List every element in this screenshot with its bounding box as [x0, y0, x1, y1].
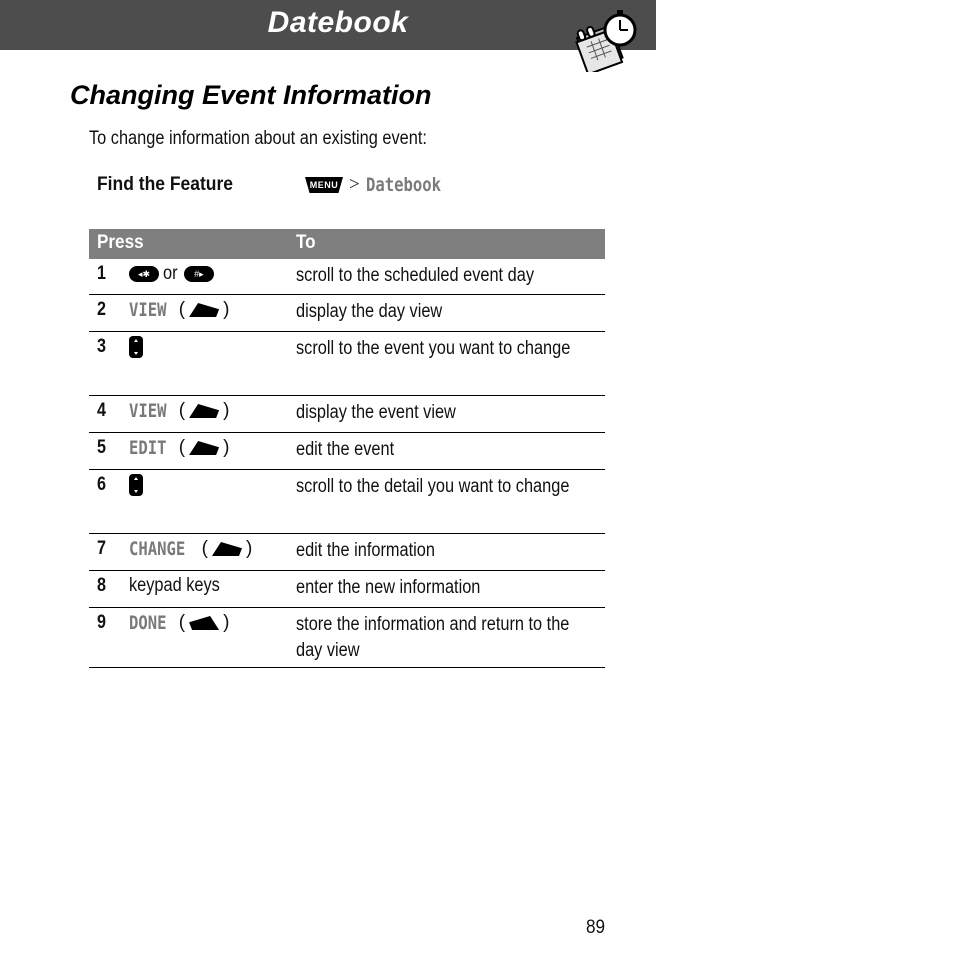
step-press: VIEW () — [129, 299, 230, 321]
step-number: 5 — [97, 437, 106, 458]
step-number: 6 — [97, 474, 106, 495]
step-action: scroll to the detail you want to change — [296, 476, 570, 497]
table-row: 5 EDIT () edit the event — [89, 433, 605, 470]
softkey-label: VIEW — [129, 299, 167, 321]
step-press: VIEW () — [129, 400, 230, 422]
right-soft-key-icon — [189, 441, 220, 455]
table-row: 9 DONE () store the information and retu… — [89, 608, 605, 668]
step-press: ◂✱ or #▸ — [129, 263, 214, 285]
step-number: 8 — [97, 575, 106, 596]
softkey-label: EDIT — [129, 437, 167, 459]
table-row: 3 scroll to the event you want to change — [89, 332, 605, 396]
hash-right-nav-key-icon: #▸ — [183, 266, 214, 282]
step-number: 4 — [97, 400, 106, 421]
up-down-nav-key-icon — [129, 474, 143, 496]
step-number: 2 — [97, 299, 106, 320]
step-action: display the event view — [296, 402, 456, 423]
page-number: 89 — [586, 917, 606, 938]
path-separator: > — [349, 174, 360, 195]
left-soft-key-icon — [189, 616, 220, 630]
step-press — [129, 474, 143, 496]
up-down-nav-key-icon — [129, 336, 143, 358]
press-text: keypad keys — [129, 575, 220, 596]
step-number: 3 — [97, 336, 106, 357]
step-action: edit the event — [296, 439, 395, 460]
datebook-calendar-stopwatch-icon — [575, 10, 637, 72]
table-header: Press To — [89, 229, 605, 259]
step-action: scroll to the event you want to change — [296, 338, 571, 359]
or-text: or — [163, 263, 178, 284]
step-press: EDIT () — [129, 437, 230, 459]
header-press: Press — [97, 232, 144, 253]
left-star-nav-key-icon: ◂✱ — [129, 266, 159, 282]
step-number: 1 — [97, 263, 106, 284]
right-soft-key-icon — [211, 542, 242, 556]
table-row: 4 VIEW () display the event view — [89, 396, 605, 433]
step-action: enter the new information — [296, 577, 481, 598]
step-press: DONE () — [129, 612, 230, 634]
find-feature-label: Find the Feature — [97, 174, 233, 195]
table-bottom-rule — [89, 667, 605, 668]
right-soft-key-icon — [189, 404, 220, 418]
right-soft-key-icon — [189, 303, 220, 317]
intro-text: To change information about an existing … — [89, 128, 427, 149]
step-number: 7 — [97, 538, 106, 559]
step-action: store the information and return to the … — [296, 614, 570, 661]
softkey-label: VIEW — [129, 400, 167, 422]
step-press: keypad keys — [129, 575, 235, 597]
table-row: 7 CHANGE () edit the information — [89, 534, 605, 571]
step-number: 9 — [97, 612, 106, 633]
softkey-label: CHANGE — [129, 538, 186, 560]
find-feature-path: MENU > Datebook — [305, 174, 457, 196]
header-to: To — [296, 232, 316, 253]
step-press: CHANGE () — [129, 538, 253, 560]
menu-key-icon: MENU — [305, 177, 343, 193]
table-row: 8 keypad keys enter the new information — [89, 571, 605, 608]
step-action: scroll to the scheduled event day — [296, 265, 534, 286]
steps-table: Press To 1 ◂✱ or #▸ scroll to the schedu… — [89, 229, 605, 668]
softkey-label: DONE — [129, 612, 167, 634]
step-action: edit the information — [296, 540, 435, 561]
table-row: 2 VIEW () display the day view — [89, 295, 605, 332]
step-action: display the day view — [296, 301, 443, 322]
table-row: 6 scroll to the detail you want to chang… — [89, 470, 605, 534]
step-press — [129, 336, 143, 358]
section-title: Changing Event Information — [70, 80, 432, 110]
table-row: 1 ◂✱ or #▸ scroll to the scheduled event… — [89, 259, 605, 295]
path-datebook: Datebook — [365, 174, 441, 196]
